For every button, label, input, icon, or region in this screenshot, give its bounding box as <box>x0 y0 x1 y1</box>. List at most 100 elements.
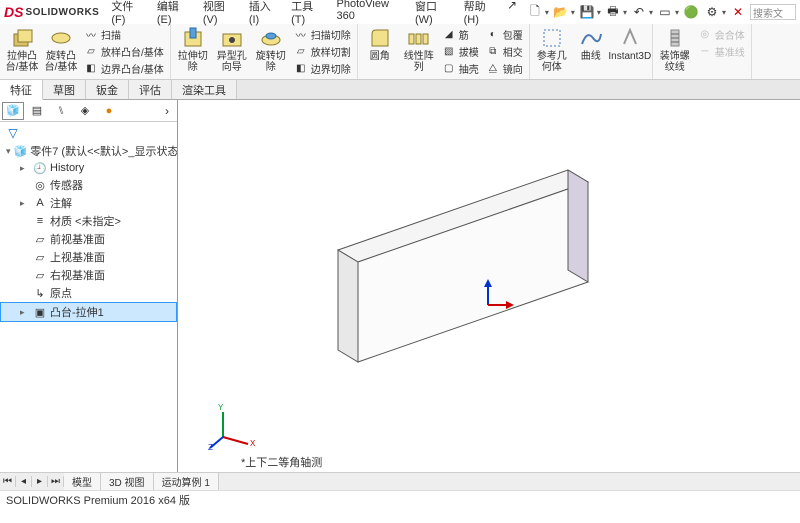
revolve-boss-button[interactable]: 旋转凸 台/基体 <box>43 26 79 73</box>
panel-expand-icon[interactable]: › <box>159 104 175 118</box>
boundary-button[interactable]: ◧边界凸台/基体 <box>82 60 166 76</box>
wrap-icon: ◐ <box>486 27 500 41</box>
select-icon[interactable]: ▭ <box>656 3 674 21</box>
sweep-button[interactable]: 〰扫描 <box>82 26 166 42</box>
combine-icon: ◎ <box>698 27 712 41</box>
curves-icon <box>579 26 603 50</box>
shell-button[interactable]: ▢抽壳 <box>440 60 481 76</box>
shell-icon: ▢ <box>442 61 456 75</box>
svg-text:X: X <box>250 439 256 448</box>
tab-sheetmetal[interactable]: 钣金 <box>86 80 129 99</box>
rib-button[interactable]: ◢筋 <box>440 26 481 42</box>
ds-logo-icon: DS <box>4 4 23 20</box>
tree-filter-row: ▽ <box>0 122 177 142</box>
feature-manager-panel: 🧊 ▤ ⑊ ◈ ● › ▽ ▾🧊零件7 (默认<<默认>_显示状态 1>) ▸🕘… <box>0 100 178 472</box>
tree-material[interactable]: ≡材质 <未指定> <box>0 212 177 230</box>
status-bar: SOLIDWORKS Premium 2016 x64 版 <box>0 490 800 508</box>
filter-icon[interactable]: ▽ <box>4 124 22 142</box>
model-solid <box>278 130 708 390</box>
bottom-tab-3dview[interactable]: 3D 视图 <box>101 473 154 490</box>
tab-feature[interactable]: 特征 <box>0 80 43 100</box>
pattern-icon <box>407 26 431 50</box>
new-icon[interactable]: 🗋 <box>526 3 544 21</box>
extrude-cut-icon <box>181 26 205 50</box>
material-icon: ≡ <box>33 214 47 228</box>
sweep-cut-button[interactable]: 〰扫描切除 <box>292 26 353 42</box>
ref-geometry-button[interactable]: 参考几 何体 <box>534 26 570 73</box>
fillet-button[interactable]: 圆角 <box>362 26 398 62</box>
revolve-cut-icon <box>259 26 283 50</box>
extrude-boss-button[interactable]: 拉伸凸 台/基体 <box>4 26 40 73</box>
instant3d-icon <box>618 26 642 50</box>
tab-prev-icon[interactable]: ◂ <box>16 476 32 487</box>
curves-button[interactable]: 曲线 <box>573 26 609 62</box>
tab-evaluate[interactable]: 评估 <box>129 80 172 99</box>
app-logo: DS SOLIDWORKS <box>4 4 99 20</box>
extrude-feature-icon: ▣ <box>33 305 47 319</box>
tree-origin[interactable]: ↳原点 <box>0 284 177 302</box>
svg-text:Z: Z <box>208 443 213 452</box>
hole-wizard-button[interactable]: 异型孔 向导 <box>214 26 250 73</box>
tree-front-plane[interactable]: ▱前视基准面 <box>0 230 177 248</box>
graphics-viewport[interactable]: Y X Z *上下二等角轴测 <box>178 100 800 472</box>
bottom-tab-model[interactable]: 模型 <box>64 473 101 490</box>
undo-icon[interactable]: ↶ <box>630 3 648 21</box>
extrude-cut-button[interactable]: 拉伸切 除 <box>175 26 211 73</box>
save-icon[interactable]: 💾 <box>578 3 596 21</box>
boundary-cut-button[interactable]: ◧边界切除 <box>292 60 353 76</box>
origin-icon: ↳ <box>33 286 47 300</box>
tree-boss-extrude[interactable]: ▸▣凸台-拉伸1 <box>0 302 177 322</box>
sweep-icon: 〰 <box>84 27 98 41</box>
cosmetic-thread-button[interactable]: 装饰螺 纹线 <box>657 26 693 73</box>
print-icon[interactable]: 🖶 <box>604 3 622 21</box>
mirror-button[interactable]: ⧋镜向 <box>484 60 525 76</box>
thread-icon <box>663 26 687 50</box>
intersect-button[interactable]: ⧉相交 <box>484 43 525 59</box>
part-icon: 🧊 <box>14 144 28 158</box>
tree-sensors[interactable]: ◎传感器 <box>0 176 177 194</box>
tree-root[interactable]: ▾🧊零件7 (默认<<默认>_显示状态 1>) <box>0 142 177 160</box>
model-origin-triad-icon <box>478 275 518 315</box>
revolve-cut-button[interactable]: 旋转切 除 <box>253 26 289 73</box>
history-icon: 🕘 <box>33 161 47 175</box>
tab-last-icon[interactable]: ⏭ <box>48 476 64 487</box>
combine-button: ◎会合体 <box>696 26 747 42</box>
loft-icon: ▱ <box>84 44 98 58</box>
tree-annotations[interactable]: ▸A注解 <box>0 194 177 212</box>
pointer-icon[interactable]: ↗ <box>504 0 520 14</box>
svg-text:Y: Y <box>218 403 224 412</box>
open-icon[interactable]: 📂 <box>552 3 570 21</box>
close-icon[interactable]: ✕ <box>729 3 747 21</box>
loft-cut-button[interactable]: ▱放样切割 <box>292 43 353 59</box>
baseline-button: ─基准线 <box>696 43 747 59</box>
bottom-tabs: ⏮ ◂ ▸ ⏭ 模型 3D 视图 运动算例 1 <box>0 472 800 490</box>
tree-top-plane[interactable]: ▱上视基准面 <box>0 248 177 266</box>
property-manager-tab-icon[interactable]: ▤ <box>26 102 48 120</box>
linear-pattern-button[interactable]: 线性阵 列 <box>401 26 437 73</box>
options-icon[interactable]: ⚙ <box>703 3 721 21</box>
intersect-icon: ⧉ <box>486 44 500 58</box>
draft-button[interactable]: ▧拔模 <box>440 43 481 59</box>
plane-icon: ▱ <box>33 232 47 246</box>
draft-icon: ▧ <box>442 44 456 58</box>
instant3d-button[interactable]: Instant3D <box>612 26 648 62</box>
wrap-button[interactable]: ◐包覆 <box>484 26 525 42</box>
tree-right-plane[interactable]: ▱右视基准面 <box>0 266 177 284</box>
tree-history[interactable]: ▸🕘History <box>0 160 177 176</box>
search-input[interactable]: 搜索文 <box>750 4 796 20</box>
dimxpert-tab-icon[interactable]: ◈ <box>74 102 96 120</box>
plane-icon: ▱ <box>33 250 47 264</box>
fillet-icon <box>368 26 392 50</box>
config-manager-tab-icon[interactable]: ⑊ <box>50 102 72 120</box>
rebuild-icon[interactable]: 🟢 <box>682 3 700 21</box>
tab-render[interactable]: 渲染工具 <box>172 80 237 99</box>
view-triad-icon: Y X Z <box>208 402 258 452</box>
feature-tree-tab-icon[interactable]: 🧊 <box>2 102 24 120</box>
tab-first-icon[interactable]: ⏮ <box>0 476 16 487</box>
display-manager-tab-icon[interactable]: ● <box>98 102 120 120</box>
loft-button[interactable]: ▱放样凸台/基体 <box>82 43 166 59</box>
tab-next-icon[interactable]: ▸ <box>32 476 48 487</box>
bottom-tab-motion[interactable]: 运动算例 1 <box>154 473 219 490</box>
tab-sketch[interactable]: 草图 <box>43 80 86 99</box>
sweep-cut-icon: 〰 <box>294 27 308 41</box>
